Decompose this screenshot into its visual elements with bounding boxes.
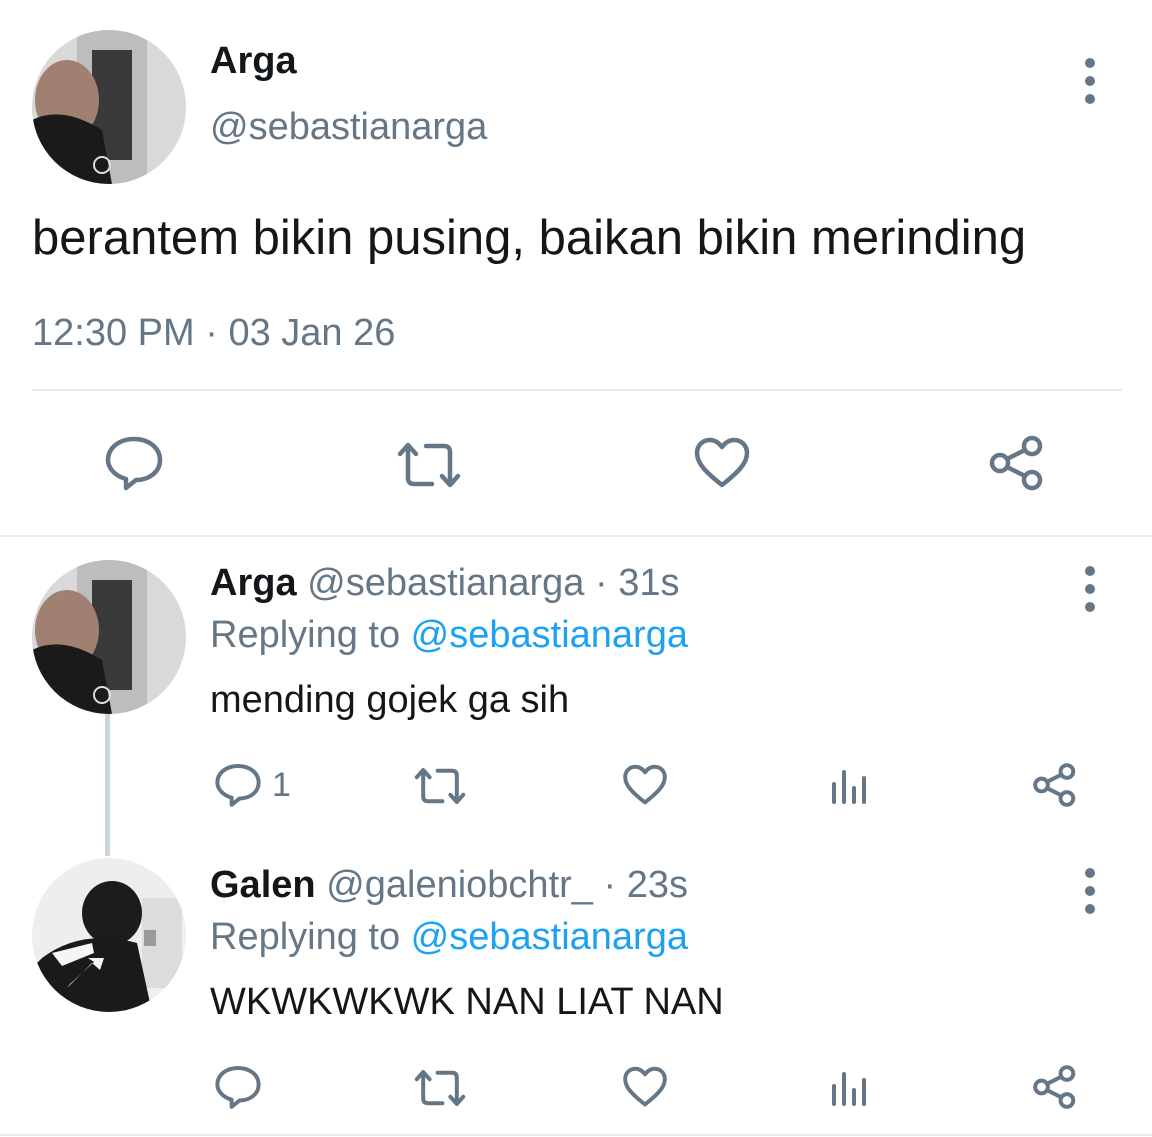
divider xyxy=(32,389,1122,391)
tweet-date: 03 Jan 26 xyxy=(228,312,396,354)
retweet-icon xyxy=(414,1070,466,1106)
reply-button[interactable] xyxy=(104,434,164,492)
like-icon xyxy=(623,764,667,805)
more-options-icon[interactable] xyxy=(1080,566,1100,612)
share-icon xyxy=(1033,1065,1076,1109)
avatar[interactable] xyxy=(32,560,186,714)
reply-button[interactable] xyxy=(214,1064,262,1110)
reply-text: WKWKWKWK NAN LIAT NAN xyxy=(210,981,724,1023)
meta-separator: · xyxy=(595,562,608,604)
like-icon xyxy=(694,437,750,488)
retweet-icon xyxy=(397,442,461,488)
reply-header: Galen @galeniobchtr_ · 23s xyxy=(210,862,688,908)
analytics-icon xyxy=(832,1072,866,1106)
tweet-timestamp: 12:30 PM · 03 Jan 26 xyxy=(32,310,395,356)
avatar[interactable] xyxy=(32,30,186,184)
reply-icon xyxy=(215,763,261,807)
author-handle[interactable]: @sebastianarga xyxy=(210,104,487,150)
like-button[interactable] xyxy=(693,437,751,489)
like-icon xyxy=(623,1066,667,1107)
meta-separator: · xyxy=(603,864,617,906)
replying-prefix: Replying to xyxy=(210,614,411,656)
retweet-button[interactable] xyxy=(396,440,462,490)
reply-age: 23s xyxy=(626,864,688,906)
like-button[interactable] xyxy=(622,764,668,806)
author-handle[interactable]: @sebastianarga xyxy=(307,562,584,604)
retweet-button[interactable] xyxy=(413,766,467,806)
thread-line xyxy=(105,706,110,856)
analytics-button[interactable] xyxy=(830,766,870,806)
reply-button[interactable]: 1 xyxy=(214,762,291,808)
analytics-button[interactable] xyxy=(830,1068,870,1108)
replying-to: Replying to @sebastianarga xyxy=(210,914,688,960)
retweet-button[interactable] xyxy=(413,1068,467,1108)
reply-count: 1 xyxy=(272,765,291,804)
reply-text: mending gojek ga sih xyxy=(210,679,570,721)
reply-header: Arga @sebastianarga · 31s xyxy=(210,560,680,606)
mention-link[interactable]: @sebastianarga xyxy=(411,614,688,656)
more-options-icon[interactable] xyxy=(1080,868,1100,914)
reply-icon xyxy=(215,1065,261,1109)
tweet-time: 12:30 PM xyxy=(32,312,195,354)
replying-to: Replying to @sebastianarga xyxy=(210,612,688,658)
retweet-icon xyxy=(414,768,466,804)
analytics-icon xyxy=(832,770,866,804)
share-icon xyxy=(1033,763,1076,807)
meta-separator: · xyxy=(194,312,229,354)
reply-icon xyxy=(105,436,163,491)
share-button[interactable] xyxy=(988,434,1046,492)
tweet-text: berantem bikin pusing, baikan bikin meri… xyxy=(32,211,1027,265)
author-name[interactable]: Arga xyxy=(210,562,297,604)
author-name[interactable]: Arga xyxy=(210,38,297,84)
like-button[interactable] xyxy=(622,1066,668,1108)
author-handle[interactable]: @galeniobchtr_ xyxy=(326,864,593,906)
divider xyxy=(0,535,1152,537)
share-button[interactable] xyxy=(1032,762,1078,808)
divider xyxy=(0,1134,1152,1136)
author-name[interactable]: Galen xyxy=(210,864,316,906)
share-button[interactable] xyxy=(1032,1064,1078,1110)
avatar[interactable] xyxy=(32,858,186,1012)
more-options-icon[interactable] xyxy=(1080,58,1100,104)
mention-link[interactable]: @sebastianarga xyxy=(411,916,688,958)
replying-prefix: Replying to xyxy=(210,916,411,958)
reply-age: 31s xyxy=(618,562,680,604)
share-icon xyxy=(989,435,1043,491)
